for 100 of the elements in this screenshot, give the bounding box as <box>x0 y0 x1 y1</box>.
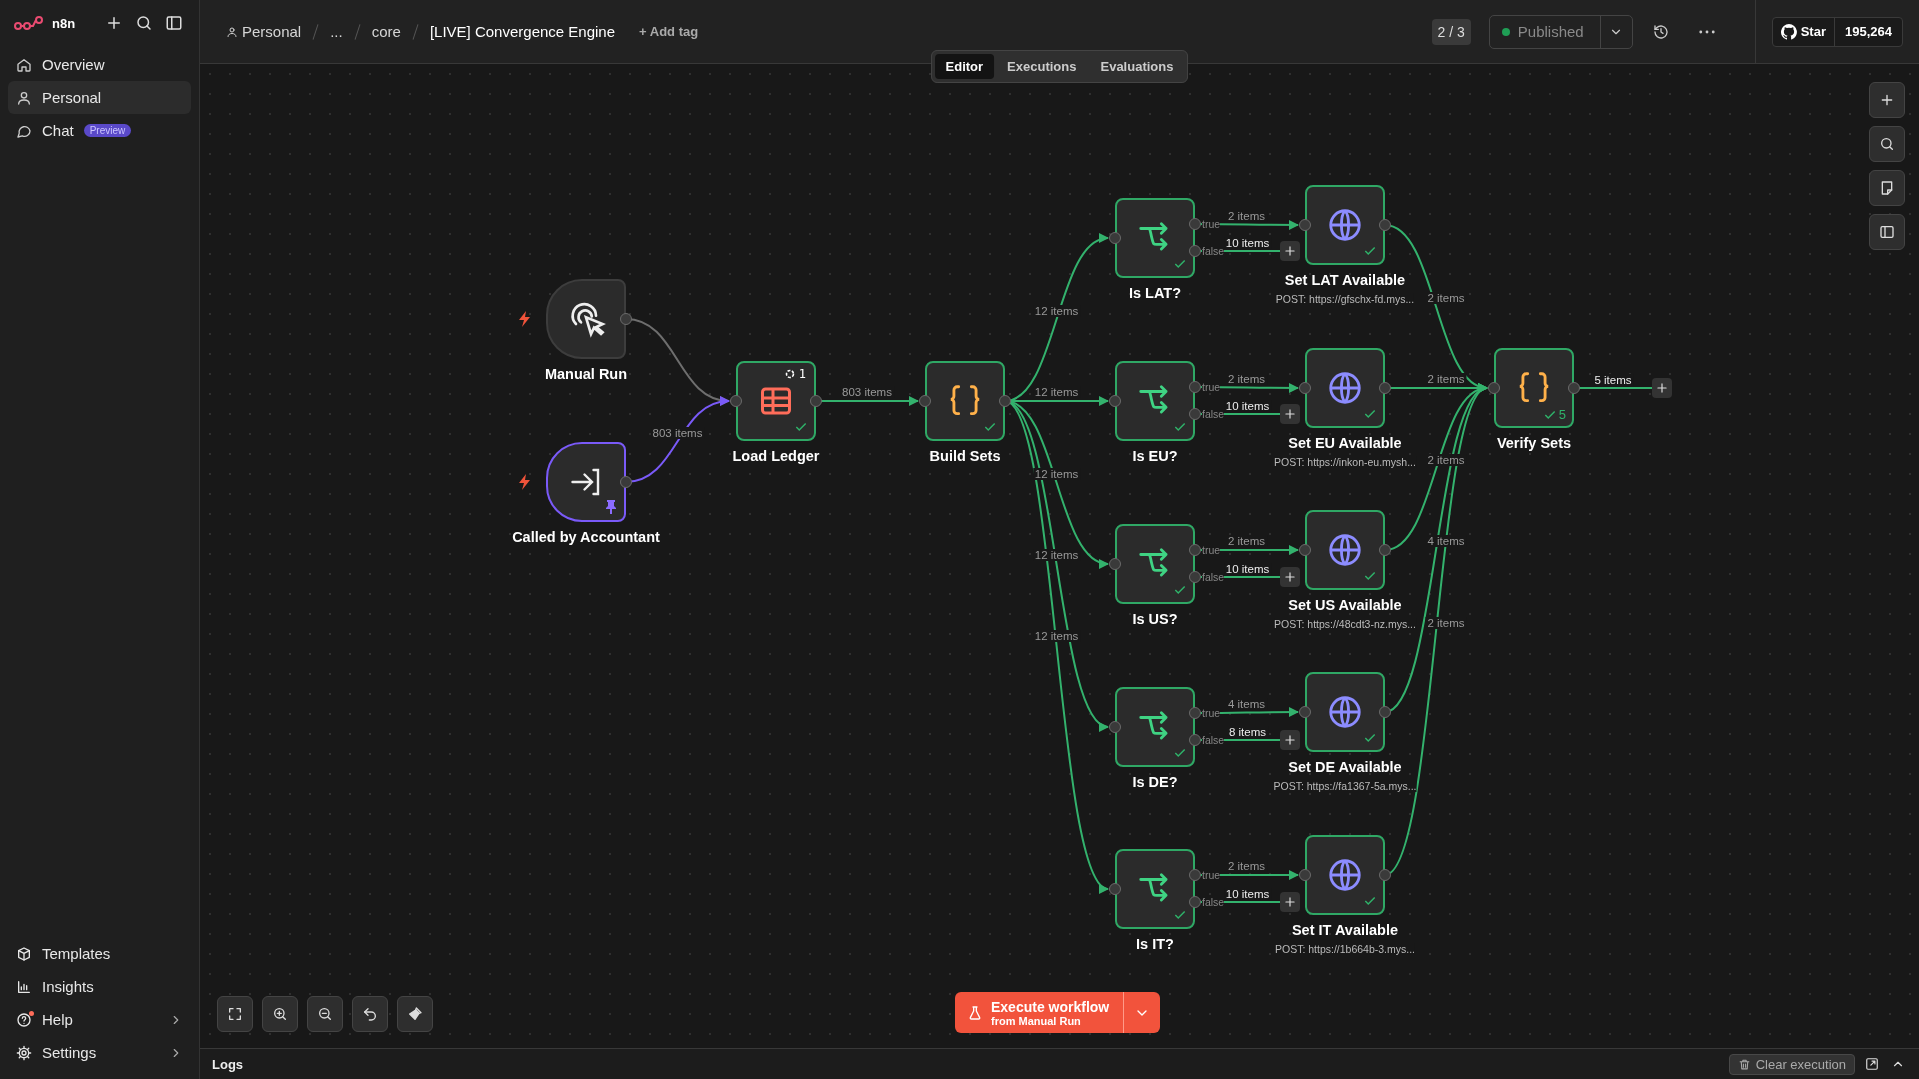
check-icon <box>1173 257 1187 271</box>
globe-icon <box>1326 206 1364 244</box>
node-title: Manual Run <box>544 366 628 382</box>
check-icon <box>1173 583 1187 597</box>
workflow-node[interactable] <box>1115 849 1195 929</box>
breadcrumb-link[interactable]: Personal <box>226 23 302 40</box>
sidebar-item[interactable]: Help <box>8 1003 191 1036</box>
add-node-button[interactable] <box>1280 404 1300 424</box>
connection-handle[interactable] <box>1299 544 1311 556</box>
plus-icon <box>1655 381 1669 395</box>
connection-handle[interactable] <box>1299 382 1311 394</box>
connection-handle[interactable] <box>919 395 931 407</box>
workflow-node[interactable] <box>1305 348 1385 428</box>
node-title: Set EU Available <box>1288 435 1402 451</box>
connection-handle[interactable] <box>1109 395 1121 407</box>
plus-icon <box>105 14 123 32</box>
github-icon <box>1780 23 1797 40</box>
add-node-button[interactable] <box>1280 892 1300 912</box>
item-count-label: 2 items <box>1225 209 1268 222</box>
sidebar-item[interactable]: Insights <box>8 970 191 1003</box>
canvas-tool-button[interactable] <box>1869 170 1905 206</box>
clear-execution-button[interactable]: Clear execution <box>1728 1053 1855 1075</box>
canvas-tool-button[interactable] <box>1869 214 1905 250</box>
workflow-node[interactable] <box>1115 361 1195 441</box>
help-icon <box>16 1011 32 1028</box>
node-title: Build Sets <box>929 448 1001 464</box>
breadcrumb-link[interactable]: ... <box>330 23 343 40</box>
user-icon <box>226 25 238 38</box>
sticky-note-icon <box>1879 180 1895 196</box>
node-subtitle: POST: https://1b664b-3.mys... <box>1274 943 1416 955</box>
workflow-node[interactable]: 1 <box>736 361 816 441</box>
item-count-label: 10 items <box>1223 400 1272 412</box>
connection-handle[interactable] <box>1299 706 1311 718</box>
add-node-button[interactable] <box>1280 241 1300 261</box>
workflow-node[interactable] <box>1115 198 1195 278</box>
view-tab[interactable]: Editor <box>934 54 995 79</box>
more-icon <box>1698 29 1715 34</box>
connection-handle[interactable] <box>1299 219 1311 231</box>
flask-icon <box>967 1004 983 1021</box>
sidebar-item[interactable]: Templates <box>8 937 191 970</box>
item-count-label: 803 items <box>650 426 705 439</box>
workflow-node[interactable]: 5 <box>1494 348 1574 428</box>
connection-handle[interactable] <box>1109 721 1121 733</box>
breadcrumb-link[interactable]: core <box>371 23 401 40</box>
sidebar-item[interactable]: Chat Preview <box>8 114 191 147</box>
add-node-button[interactable] <box>1280 567 1300 587</box>
version-counter: 2 / 3 <box>1431 18 1471 45</box>
workflow-title[interactable]: [LIVE] Convergence Engine <box>429 23 616 40</box>
node-title: Verify Sets <box>1496 435 1572 451</box>
item-count-label: 2 items <box>1225 860 1268 872</box>
item-count-label: 2 items <box>1225 372 1268 385</box>
canvas-tool-button[interactable] <box>1869 82 1905 118</box>
popout-icon <box>1865 1057 1879 1071</box>
view-tab[interactable]: Evaluations <box>1089 54 1185 79</box>
check-icon <box>1363 894 1377 908</box>
canvas-tool-button[interactable] <box>397 996 433 1032</box>
add-node-button[interactable] <box>1652 378 1672 398</box>
canvas-tool-button[interactable] <box>217 996 253 1032</box>
sidebar-item[interactable]: Personal <box>8 81 191 114</box>
connection-handle[interactable] <box>1299 869 1311 881</box>
item-count-label: 2 items <box>1425 291 1467 304</box>
output-label: true <box>1202 381 1221 393</box>
popout-button[interactable] <box>1863 1055 1881 1073</box>
item-count-label: 2 items <box>1225 535 1268 547</box>
add-tag-button[interactable]: + Add tag <box>633 23 705 40</box>
zoom-in-icon <box>272 1006 288 1022</box>
canvas-tool-button[interactable] <box>352 996 388 1032</box>
publish-control[interactable]: Published <box>1488 14 1633 49</box>
workflow-node[interactable] <box>1305 835 1385 915</box>
connection-handle[interactable] <box>1109 232 1121 244</box>
status-dot <box>1501 27 1510 36</box>
check-icon <box>1173 420 1187 434</box>
logs-title[interactable]: Logs <box>212 1056 244 1072</box>
canvas-tool-button[interactable] <box>307 996 343 1032</box>
workflow-node[interactable] <box>1115 524 1195 604</box>
workflow-node[interactable] <box>1305 672 1385 752</box>
connection-handle[interactable] <box>1488 382 1500 394</box>
node-subtitle: POST: https://48cdt3-nz.mys... <box>1274 618 1416 630</box>
check-icon <box>1363 244 1377 258</box>
view-tab[interactable]: Executions <box>996 54 1088 79</box>
sidebar-item[interactable]: Overview <box>8 48 191 81</box>
add-node-button[interactable] <box>1280 730 1300 750</box>
workflow-node[interactable] <box>546 279 626 359</box>
settings-icon <box>16 1044 32 1061</box>
node-title: Load Ledger <box>732 448 820 464</box>
workflow-node[interactable] <box>1115 687 1195 767</box>
workflow-node[interactable] <box>546 442 626 522</box>
workflow-node[interactable] <box>925 361 1005 441</box>
github-star-button[interactable]: Star 195,264 <box>1771 16 1903 47</box>
connection-handle[interactable] <box>730 395 742 407</box>
node-subtitle: POST: https://gfschx-fd.mys... <box>1275 293 1415 305</box>
sidebar-item[interactable]: Settings <box>8 1036 191 1069</box>
connection-handle[interactable] <box>1109 883 1121 895</box>
item-count-label: 5 items <box>1592 374 1634 386</box>
canvas-tool-button[interactable] <box>262 996 298 1032</box>
workflow-node[interactable] <box>1305 185 1385 265</box>
workflow-node[interactable] <box>1305 510 1385 590</box>
connection-handle[interactable] <box>1109 558 1121 570</box>
canvas-tool-button[interactable] <box>1869 126 1905 162</box>
globe-icon <box>1326 531 1364 569</box>
